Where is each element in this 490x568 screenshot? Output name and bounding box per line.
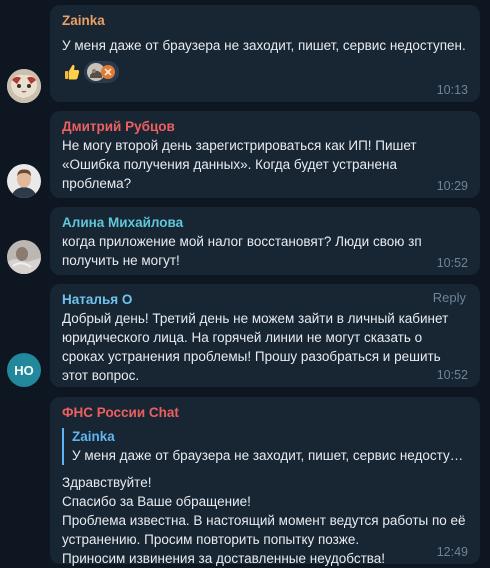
- message-text: У меня даже от браузера не заходит, пише…: [62, 38, 466, 53]
- message-text: когда приложение мой налог восстановят? …: [62, 234, 422, 268]
- message-author[interactable]: Алина Михайлова: [62, 214, 468, 232]
- message-time: 10:29: [436, 179, 468, 193]
- reactions-bar: [62, 61, 468, 83]
- message-bubble[interactable]: ФНС России Chat Zainka У меня даже от бр…: [50, 397, 480, 566]
- message-time: 10:52: [436, 368, 468, 382]
- message-line: Здравствуйте!: [62, 475, 152, 490]
- message-author[interactable]: Наталья О: [62, 291, 468, 309]
- reply-button[interactable]: Reply: [433, 290, 466, 305]
- message-line: Спасибо за Ваше обращение!: [62, 494, 251, 509]
- message-time: 10:52: [436, 256, 468, 270]
- person-avatar-icon: [7, 164, 41, 198]
- avatar[interactable]: [7, 240, 41, 274]
- message-author[interactable]: Zainka: [62, 12, 468, 30]
- reply-quote[interactable]: Zainka У меня даже от браузера не заходи…: [62, 428, 468, 465]
- message-text: Добрый день! Третий день не можем зайти …: [62, 311, 449, 383]
- cat-avatar-icon: [7, 69, 41, 103]
- photo-avatar-icon: [7, 240, 41, 274]
- message-bubble[interactable]: Наталья О Reply Добрый день! Третий день…: [50, 284, 480, 387]
- message-time: 12:49: [436, 545, 468, 559]
- thumbs-up-emoji-icon[interactable]: [62, 62, 82, 82]
- message-bubble[interactable]: Zainka У меня даже от браузера не заходи…: [50, 5, 480, 102]
- message-line: Проблема известна. В настоящий момент ве…: [62, 513, 466, 547]
- message-author[interactable]: Дмитрий Рубцов: [62, 118, 468, 136]
- reactor-avatar-icon: [101, 65, 115, 79]
- reaction-chip[interactable]: [84, 61, 119, 83]
- message-bubble[interactable]: Алина Михайлова когда приложение мой нал…: [50, 207, 480, 275]
- quote-text: У меня даже от браузера не заходит, пише…: [72, 448, 464, 463]
- avatar-initials: НО: [14, 362, 34, 378]
- quote-author: Zainka: [72, 429, 115, 444]
- avatar[interactable]: [7, 164, 41, 198]
- message-bubble[interactable]: Дмитрий Рубцов Не могу второй день зарег…: [50, 111, 480, 198]
- avatar[interactable]: НО: [7, 353, 41, 387]
- avatar[interactable]: [7, 69, 41, 103]
- message-text: Не могу второй день зарегистрироваться к…: [62, 138, 417, 191]
- message-line: Приносим извинения за доставленные неудо…: [62, 551, 386, 566]
- message-time: 10:13: [436, 83, 468, 97]
- message-text: Здравствуйте! Спасибо за Ваше обращение!…: [62, 473, 468, 568]
- message-author[interactable]: ФНС России Chat: [62, 404, 468, 422]
